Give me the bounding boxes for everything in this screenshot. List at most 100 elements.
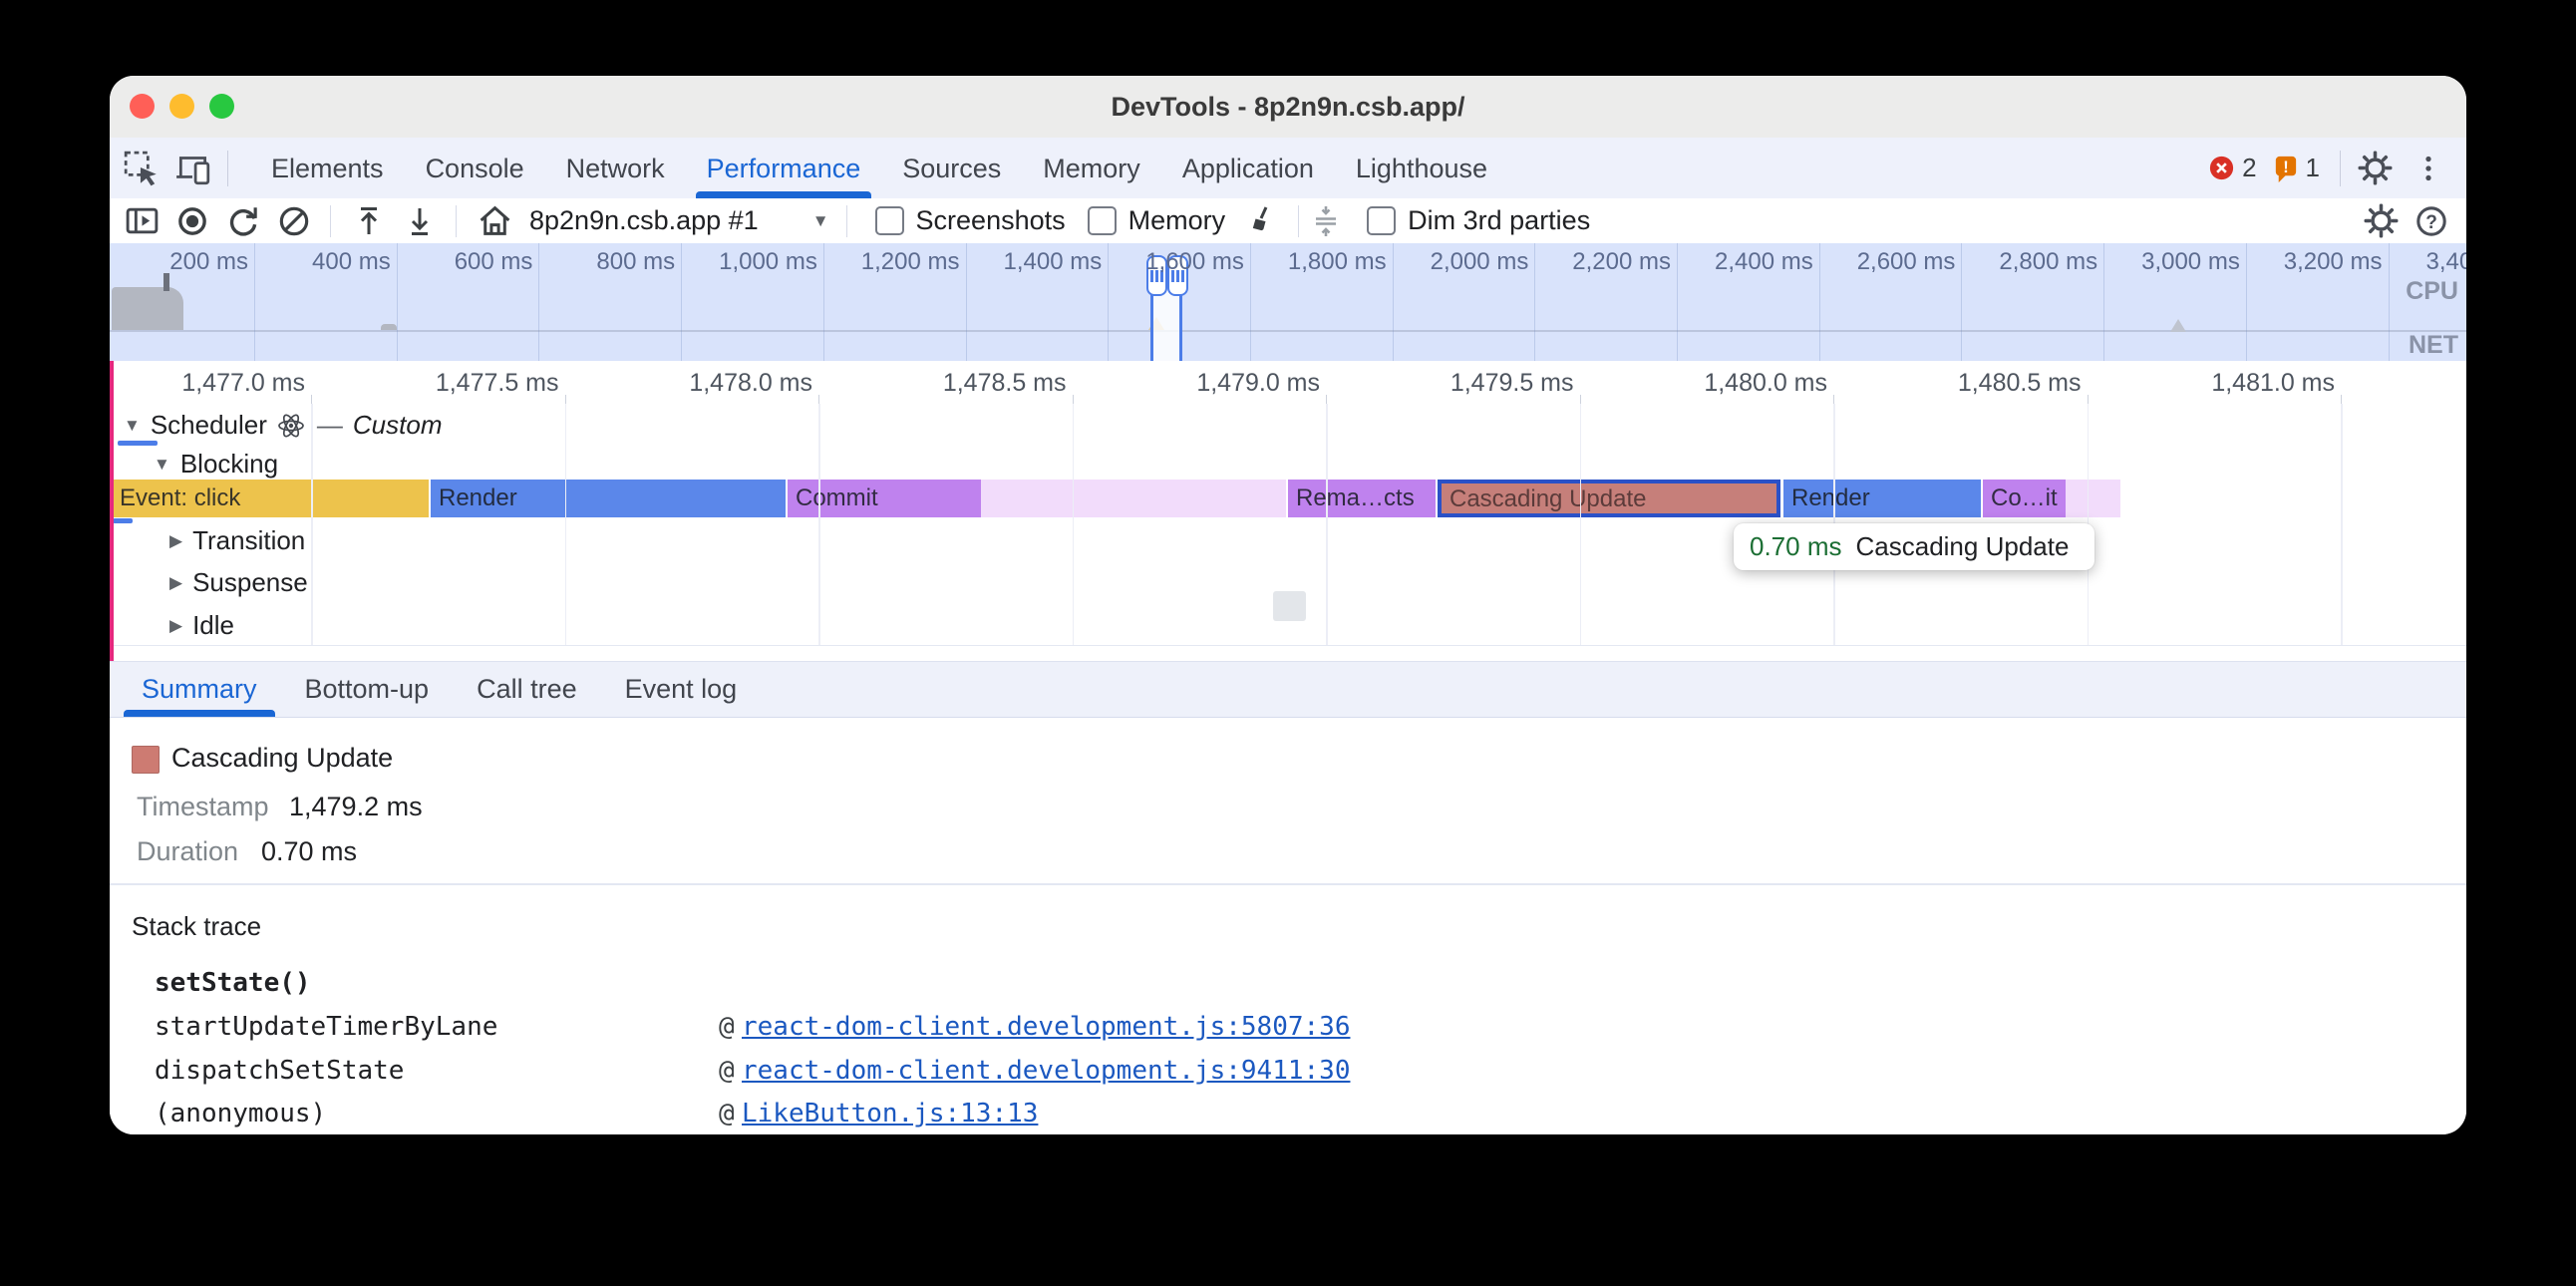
screenshots-checkbox[interactable] bbox=[875, 206, 904, 235]
ruler-tick-label: 1,481.0 ms bbox=[2211, 369, 2335, 398]
lane-transition[interactable]: ▶ Transition bbox=[169, 525, 305, 556]
flame-chart-track[interactable]: ▼ Scheduler — Custom ▼ Blocking Event: c… bbox=[110, 404, 2466, 646]
lane-suspense[interactable]: ▶ Suspense bbox=[169, 567, 308, 598]
selection-window[interactable] bbox=[1152, 287, 1180, 361]
track-gridline bbox=[565, 404, 567, 645]
flame-bar[interactable]: Rema…cts bbox=[1288, 480, 1436, 517]
inspect-element-icon[interactable] bbox=[122, 149, 161, 188]
stack-frame-link[interactable]: LikeButton.js:13:13 bbox=[742, 1099, 1038, 1128]
record-icon[interactable] bbox=[173, 202, 211, 240]
error-icon bbox=[2207, 154, 2236, 182]
clear-icon[interactable] bbox=[275, 202, 313, 240]
tab-memory[interactable]: Memory bbox=[1022, 139, 1161, 198]
tab-summary[interactable]: Summary bbox=[118, 662, 281, 717]
lane-suspense-label: Suspense bbox=[192, 567, 308, 598]
dim-3rd-parties-checkbox[interactable] bbox=[1367, 206, 1396, 235]
flame-bar[interactable] bbox=[2066, 480, 2120, 517]
settings-gear-icon[interactable] bbox=[2355, 149, 2395, 188]
garbage-collect-icon[interactable] bbox=[1243, 202, 1281, 240]
flame-bar[interactable]: Cascading Update bbox=[1438, 480, 1780, 517]
selection-right-edge[interactable] bbox=[1179, 287, 1182, 361]
toggle-panel-icon[interactable] bbox=[123, 202, 161, 240]
overview-tick-line bbox=[254, 243, 255, 361]
overview-tick-label: 1,800 ms bbox=[1288, 248, 1387, 276]
flame-bar[interactable] bbox=[981, 480, 1286, 517]
tab-call-tree[interactable]: Call tree bbox=[453, 662, 601, 717]
custom-track-label: Custom bbox=[353, 410, 443, 441]
stack-frame-link[interactable]: react-dom-client.development.js:9411:30 bbox=[742, 1056, 1350, 1086]
tab-performance[interactable]: Performance bbox=[686, 139, 882, 198]
selection-left-edge[interactable] bbox=[1150, 287, 1153, 361]
titlebar: DevTools - 8p2n9n.csb.app/ bbox=[110, 76, 2466, 139]
flame-bar[interactable]: Co…it bbox=[1983, 480, 2066, 517]
overview-tick-label: 200 ms bbox=[169, 248, 248, 276]
flame-bar[interactable]: Render bbox=[1783, 480, 1981, 517]
ruler-tick-mark bbox=[2341, 395, 2342, 404]
overview-tick-line bbox=[1108, 243, 1109, 361]
stack-origin: setState() bbox=[155, 968, 311, 998]
flame-bar[interactable]: Commit bbox=[788, 480, 981, 517]
overview-tick-line bbox=[2103, 243, 2104, 361]
timeline-overview[interactable]: CPU NET 200 ms400 ms600 ms800 ms1,000 ms… bbox=[110, 243, 2466, 362]
tab-application[interactable]: Application bbox=[1161, 139, 1335, 198]
upload-profile-icon[interactable] bbox=[350, 202, 388, 240]
overview-tick-label: 1,400 ms bbox=[1003, 248, 1102, 276]
tab-network[interactable]: Network bbox=[545, 139, 686, 198]
cpu-activity-shape bbox=[381, 324, 397, 330]
summary-title: Cascading Update bbox=[171, 743, 393, 774]
device-toolbar-icon[interactable] bbox=[173, 149, 213, 188]
window-title: DevTools - 8p2n9n.csb.app/ bbox=[110, 76, 2466, 138]
lane-idle[interactable]: ▶ Idle bbox=[169, 610, 234, 641]
tab-bottom-up[interactable]: Bottom-up bbox=[281, 662, 454, 717]
overview-tick-line bbox=[1677, 243, 1678, 361]
overview-tick-label: 2,400 ms bbox=[1715, 248, 1813, 276]
flame-bar[interactable]: Render bbox=[431, 480, 786, 517]
tab-lighthouse[interactable]: Lighthouse bbox=[1335, 139, 1508, 198]
ruler-tick-mark bbox=[2088, 395, 2089, 404]
memory-label: Memory bbox=[1128, 205, 1226, 236]
home-icon[interactable] bbox=[476, 202, 513, 240]
history-select-label: 8p2n9n.csb.app #1 bbox=[529, 205, 759, 236]
error-badge[interactable]: 2 bbox=[2207, 153, 2256, 183]
ruler-tick-label: 1,479.0 ms bbox=[1196, 369, 1320, 398]
capture-settings-gear-icon[interactable] bbox=[2362, 202, 2400, 240]
chevron-down-icon: ▼ bbox=[812, 211, 829, 231]
track-focus-indicator bbox=[118, 441, 158, 446]
scheduler-track-header[interactable]: ▼ Scheduler — Custom bbox=[124, 410, 442, 441]
warning-badge[interactable]: ! 1 bbox=[2271, 153, 2320, 183]
badge-divider bbox=[2340, 151, 2341, 186]
track-gridline bbox=[311, 404, 313, 645]
ruler-tick-mark bbox=[565, 395, 566, 404]
devtools-window: DevTools - 8p2n9n.csb.app/ Elements Cons… bbox=[110, 76, 2466, 1134]
help-icon[interactable]: ? bbox=[2413, 202, 2450, 240]
cpu-activity-shape bbox=[112, 287, 183, 330]
flame-tooltip: 0.70 ms Cascading Update bbox=[1734, 523, 2094, 570]
tab-event-log[interactable]: Event log bbox=[601, 662, 762, 717]
track-gridline bbox=[1073, 404, 1075, 645]
duration-value: 0.70 ms bbox=[261, 836, 357, 867]
memory-checkbox[interactable] bbox=[1088, 206, 1117, 235]
track-gridline bbox=[818, 404, 820, 645]
kebab-menu-icon[interactable] bbox=[2409, 149, 2448, 188]
overview-tick-line bbox=[1393, 243, 1394, 361]
overview-tick-label: 2,000 ms bbox=[1431, 248, 1529, 276]
flame-bar[interactable]: Event: click bbox=[112, 480, 429, 517]
detail-ruler: 1,477.0 ms1,477.5 ms1,478.0 ms1,478.5 ms… bbox=[110, 361, 2466, 404]
timestamp-value: 1,479.2 ms bbox=[289, 792, 423, 822]
svg-text:!: ! bbox=[2283, 159, 2288, 176]
performance-toolbar: 8p2n9n.csb.app #1 ▼ Screenshots Memory D… bbox=[110, 198, 2466, 244]
tab-sources[interactable]: Sources bbox=[881, 139, 1022, 198]
collapse-sections-icon[interactable] bbox=[1307, 202, 1345, 240]
history-select[interactable]: 8p2n9n.csb.app #1 ▼ bbox=[529, 205, 829, 236]
lane-blocking[interactable]: ▼ Blocking bbox=[154, 449, 278, 480]
tab-console[interactable]: Console bbox=[405, 139, 545, 198]
tab-elements[interactable]: Elements bbox=[250, 139, 405, 198]
at-symbol: @ bbox=[719, 1056, 735, 1086]
record-and-reload-icon[interactable] bbox=[224, 202, 262, 240]
ruler-tick-mark bbox=[1326, 395, 1327, 404]
download-profile-icon[interactable] bbox=[401, 202, 439, 240]
ruler-tick-mark bbox=[1073, 395, 1074, 404]
lane-blocking-label: Blocking bbox=[180, 449, 278, 480]
stack-frame-link[interactable]: react-dom-client.development.js:5807:36 bbox=[742, 1012, 1350, 1042]
stack-frame-fn: dispatchSetState bbox=[155, 1056, 404, 1086]
